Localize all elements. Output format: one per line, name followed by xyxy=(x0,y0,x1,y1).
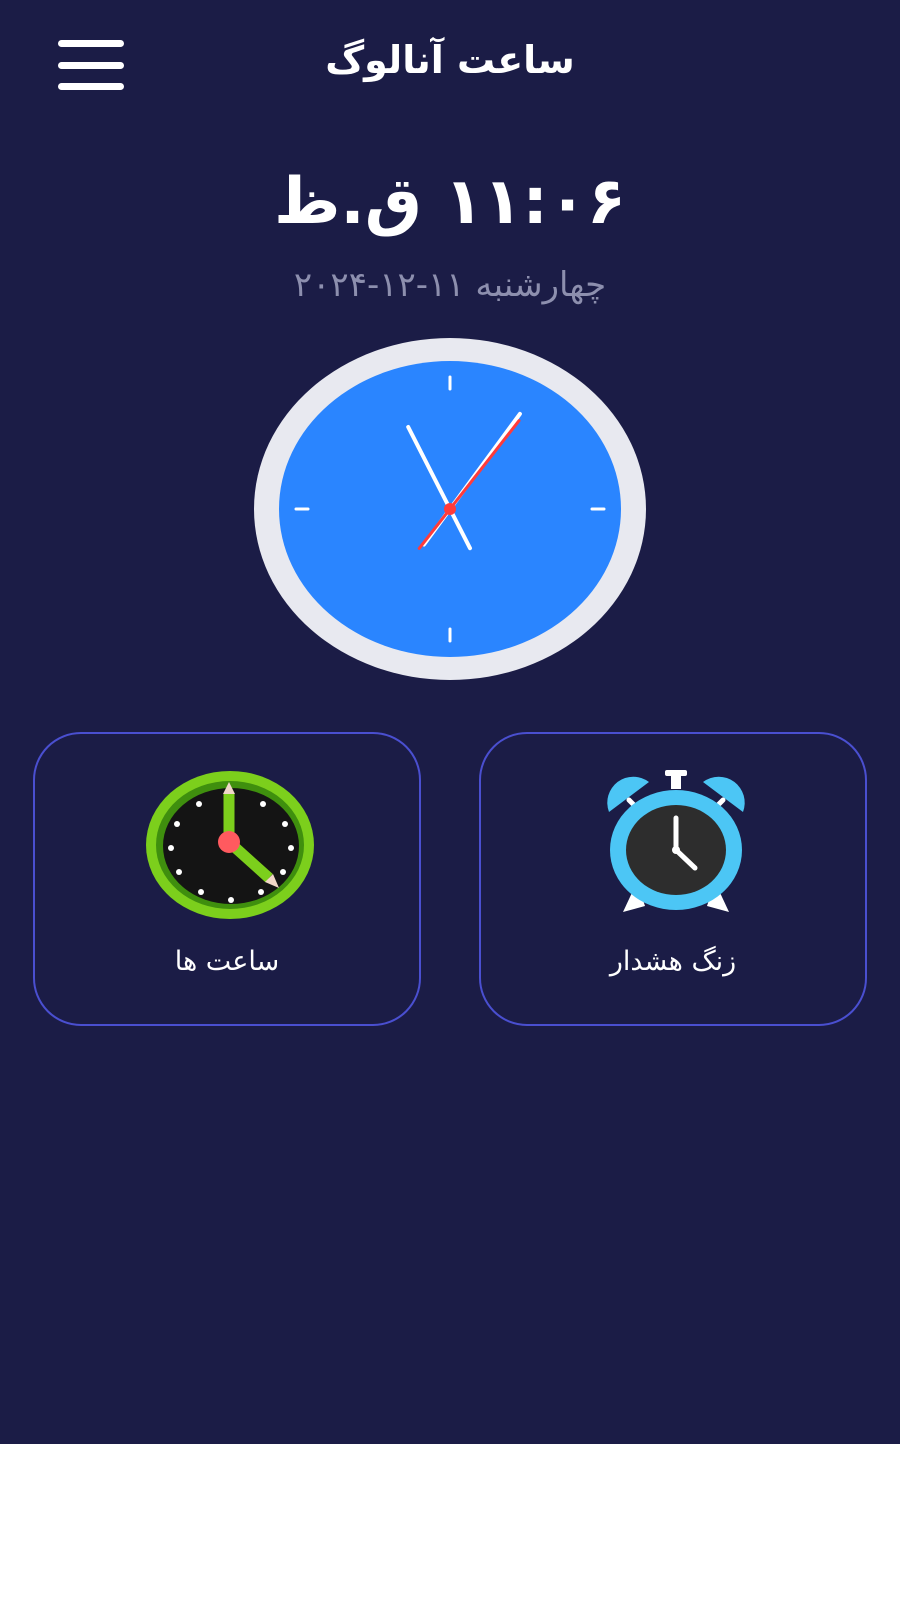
clock-pencil-icon xyxy=(146,771,314,919)
clocks-card-label: ساعت ها xyxy=(174,946,280,977)
clock-center-pin xyxy=(444,503,456,515)
page-title: ساعت آنالوگ xyxy=(325,38,575,82)
analog-clock xyxy=(254,338,646,680)
alarm-card[interactable]: زنگ هشدار xyxy=(479,732,867,1026)
app-bar: ساعت آنالوگ xyxy=(0,0,900,130)
alarm-clock-icon xyxy=(607,770,745,912)
feature-cards: زنگ هشدار ساعت ها xyxy=(33,732,867,1026)
alarm-card-label: زنگ هشدار xyxy=(609,946,737,977)
clocks-card[interactable]: ساعت ها xyxy=(33,732,421,1026)
menu-bar-line xyxy=(58,83,124,90)
date-display: چهارشنبه ۱۱-۱۲-۲۰۲۴ xyxy=(293,265,607,305)
bottom-panel xyxy=(0,1444,900,1600)
digital-time: ۱۱:۰۶ ق.ظ xyxy=(273,165,627,239)
